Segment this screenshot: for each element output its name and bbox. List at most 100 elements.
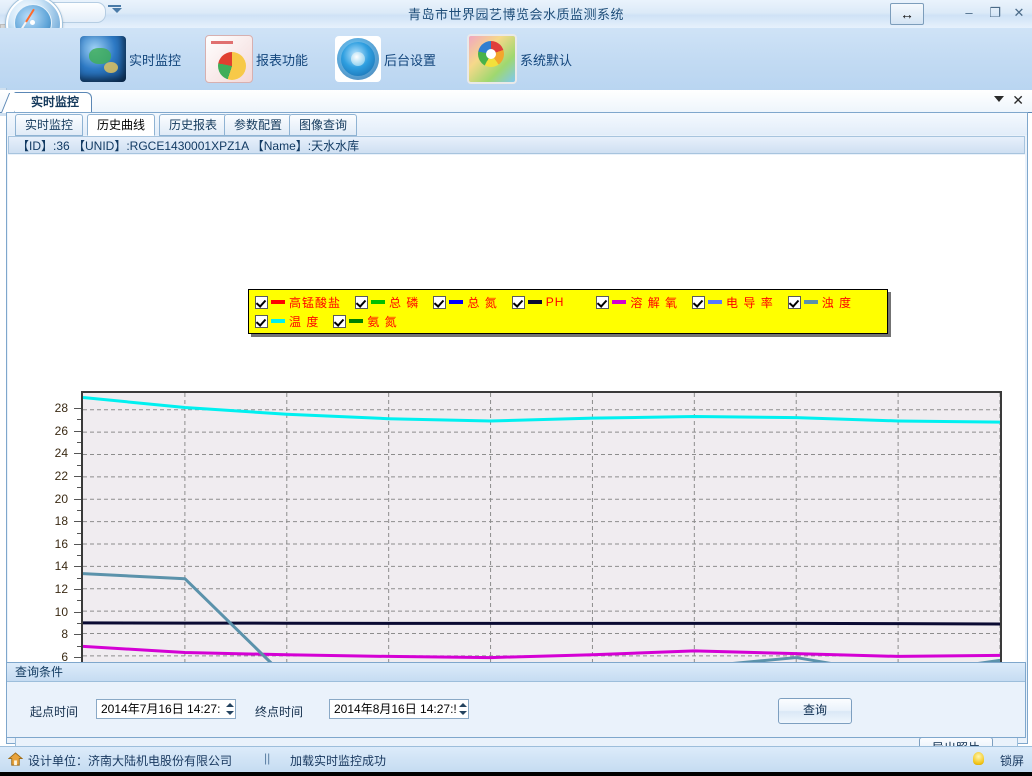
y-axis-tick — [74, 657, 81, 658]
close-button[interactable]: ✕ — [1008, 4, 1030, 22]
report-chart-icon — [205, 35, 253, 83]
application-window: 青岛市世界园艺博览会水质监测系统 ↔ – ❐ ✕ 实时监控 报表功能 后台设置 … — [0, 0, 1032, 776]
y-axis-tick — [74, 544, 81, 545]
legend-checkbox[interactable] — [596, 296, 609, 309]
y-axis-tick-label: 14 — [55, 559, 68, 573]
legend-color-swatch — [449, 300, 463, 304]
y-axis-tick — [74, 476, 81, 477]
legend-item-4[interactable]: PH — [512, 293, 565, 311]
main-panel: 实时监控 历史曲线 历史报表 参数配置 图像查询 【ID】:36 【UNID】:… — [6, 112, 1028, 744]
series-line-5 — [83, 646, 1000, 657]
y-axis-tick-label: 18 — [55, 514, 68, 528]
y-axis-tick-label: 10 — [55, 605, 68, 619]
legend-label: 总 磷 — [389, 294, 419, 311]
y-axis-tick — [74, 499, 81, 500]
y-axis-tick — [74, 521, 81, 522]
legend-row-1: 高锰酸盐 总 磷 总 氮 PH 溶 解 氧 电 导 率浊 度 — [255, 293, 866, 311]
start-time-value: 2014年7月16日 14:27: — [101, 700, 223, 718]
legend-item-5[interactable]: 溶 解 氧 — [596, 293, 678, 311]
legend-label: 温 度 — [289, 313, 319, 330]
start-time-stepper[interactable] — [223, 700, 235, 718]
ribbon-item-system-default[interactable]: 系统默认 — [467, 35, 572, 83]
legend-color-swatch — [271, 319, 285, 323]
y-axis-tick — [74, 566, 81, 567]
legend-label: 溶 解 氧 — [630, 294, 678, 311]
legend-label: 高锰酸盐 — [289, 294, 341, 311]
tab-parameter-config[interactable]: 参数配置 — [224, 114, 292, 136]
history-curve-chart: 高锰酸盐总 磷总 氮PH溶 解 氧电 导 率浊 度 温 度氨 氮 2468101… — [8, 155, 1025, 725]
ribbon-item-label: 系统默认 — [520, 50, 572, 69]
legend-checkbox[interactable] — [788, 296, 801, 309]
station-id-bar: 【ID】:36 【UNID】:RGCE1430001XPZ1A 【Name】:天… — [8, 136, 1025, 154]
close-icon[interactable]: ✕ — [1012, 91, 1024, 109]
y-axis-tick — [74, 408, 81, 409]
legend-row-2: 温 度氨 氮 — [255, 312, 412, 330]
document-tab-realtime[interactable]: 实时监控 — [14, 92, 92, 112]
legend-checkbox[interactable] — [512, 296, 525, 309]
query-group-title: 查询条件 — [7, 663, 1025, 682]
y-axis-tick — [74, 634, 81, 635]
bulb-icon — [973, 752, 984, 765]
restore-size-button[interactable]: ↔ — [890, 3, 924, 25]
ribbon-item-label: 实时监控 — [129, 50, 181, 69]
tab-history-report[interactable]: 历史报表 — [159, 114, 227, 136]
legend-color-swatch — [804, 300, 818, 304]
window-title: 青岛市世界园艺博览会水质监测系统 — [0, 4, 1032, 23]
ribbon-item-report[interactable]: 报表功能 — [205, 35, 308, 83]
qat-line — [108, 5, 121, 7]
legend-color-swatch — [528, 300, 542, 304]
status-message: 加载实时监控成功 — [290, 752, 386, 769]
legend-color-swatch — [708, 300, 722, 304]
title-bar: 青岛市世界园艺博览会水质监测系统 ↔ – ❐ ✕ — [0, 0, 1032, 29]
start-time-input[interactable]: 2014年7月16日 14:27: — [96, 699, 236, 719]
end-time-value: 2014年8月16日 14:27:! — [334, 700, 456, 718]
compass-hub — [30, 20, 35, 25]
legend-label: PH — [546, 295, 565, 309]
y-axis-tick — [74, 431, 81, 432]
ribbon-item-backend[interactable]: 后台设置 — [335, 35, 436, 83]
legend-item-8[interactable]: 温 度 — [255, 312, 319, 330]
legend-label: 总 氮 — [467, 294, 497, 311]
disk-icon — [335, 36, 381, 82]
legend-checkbox[interactable] — [433, 296, 446, 309]
legend-checkbox[interactable] — [355, 296, 368, 309]
y-axis-tick — [74, 612, 81, 613]
window-bottom-edge — [0, 772, 1032, 776]
y-axis-tick-label: 8 — [61, 627, 68, 641]
legend-item-2[interactable]: 总 磷 — [355, 293, 419, 311]
tab-history-curve[interactable]: 历史曲线 — [87, 114, 155, 136]
globe-icon — [80, 36, 126, 82]
end-time-stepper[interactable] — [456, 700, 468, 718]
ribbon-item-realtime[interactable]: 实时监控 — [80, 35, 181, 83]
legend-color-swatch — [612, 300, 626, 304]
y-axis-tick-label: 12 — [55, 582, 68, 596]
lock-screen-button[interactable]: 锁屏 — [1000, 752, 1024, 769]
legend-checkbox[interactable] — [255, 296, 268, 309]
query-button[interactable]: 查询 — [778, 698, 852, 724]
legend-checkbox[interactable] — [255, 315, 268, 328]
legend-item-3[interactable]: 总 氮 — [433, 293, 497, 311]
end-time-input[interactable]: 2014年8月16日 14:27:! — [329, 699, 469, 719]
sub-tab-bar: 实时监控 历史曲线 历史报表 参数配置 图像查询 — [7, 113, 1027, 135]
legend-checkbox[interactable] — [333, 315, 346, 328]
minimize-button[interactable]: – — [958, 4, 980, 22]
tab-realtime-monitor[interactable]: 实时监控 — [15, 114, 83, 136]
tab-image-query[interactable]: 图像查询 — [289, 114, 357, 136]
legend-checkbox[interactable] — [692, 296, 705, 309]
y-axis-tick-label: 20 — [55, 492, 68, 506]
legend-item-1[interactable]: 高锰酸盐 — [255, 293, 341, 311]
y-axis-tick-label: 26 — [55, 424, 68, 438]
chevron-down-icon[interactable] — [994, 96, 1004, 102]
legend-label: 电 导 率 — [726, 294, 774, 311]
end-time-label: 终点时间 — [255, 703, 303, 720]
maximize-button[interactable]: ❐ — [984, 4, 1006, 22]
ribbon-bar: 实时监控 报表功能 后台设置 系统默认 — [0, 28, 1032, 91]
chevron-down-icon[interactable] — [112, 8, 122, 13]
legend-item-7[interactable]: 浊 度 — [788, 293, 852, 311]
legend-item-9[interactable]: 氨 氮 — [333, 312, 397, 330]
y-axis-tick-label: 28 — [55, 401, 68, 415]
legend-item-6[interactable]: 电 导 率 — [692, 293, 774, 311]
legend-label: 氨 氮 — [367, 313, 397, 330]
y-axis-tick-label: 24 — [55, 446, 68, 460]
y-axis-tick — [74, 589, 81, 590]
